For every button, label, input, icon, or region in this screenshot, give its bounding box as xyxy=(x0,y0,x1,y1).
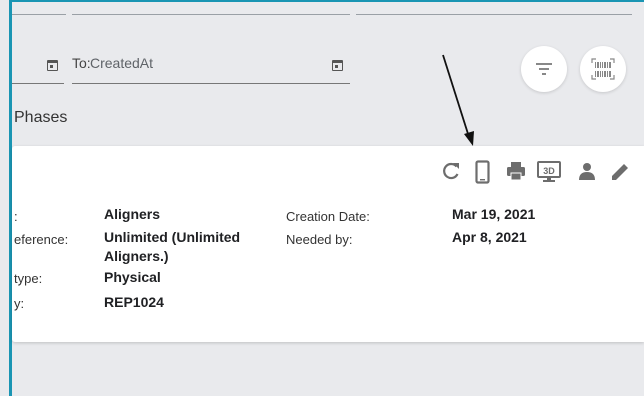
field-label-by: y: xyxy=(14,296,25,311)
field-value-reference-cont: Aligners.) xyxy=(104,248,169,264)
annotation-arrow xyxy=(442,54,474,146)
field-value-by: REP1024 xyxy=(104,294,164,310)
barcode-scan-icon xyxy=(591,58,615,80)
to-date-underline xyxy=(72,83,350,84)
top-input-underline xyxy=(12,14,66,15)
top-input-underline xyxy=(72,14,350,15)
field-label-reference: eference: xyxy=(14,232,69,247)
frame-top-border xyxy=(9,0,644,2)
field-value-type: Aligners xyxy=(104,206,161,222)
filter-button[interactable] xyxy=(521,46,567,92)
from-calendar-icon[interactable] xyxy=(47,60,58,71)
refresh-icon[interactable] xyxy=(441,160,461,182)
field-value-reference: Unlimited (Unlimited xyxy=(104,229,241,245)
creation-date-value: Mar 19, 2021 xyxy=(452,206,536,222)
person-icon[interactable] xyxy=(577,160,597,182)
3d-view-icon[interactable]: 3D xyxy=(536,160,564,184)
to-date-value: CreatedAt xyxy=(90,55,154,71)
from-date-underline xyxy=(12,83,64,84)
creation-date-label: Creation Date: xyxy=(286,209,370,224)
top-input-underline xyxy=(356,14,632,15)
svg-text:3D: 3D xyxy=(543,166,555,176)
to-label: To: xyxy=(72,55,91,71)
filter-icon xyxy=(536,63,552,75)
field-label-form-type: type: xyxy=(14,271,43,286)
needed-by-label: Needed by: xyxy=(286,232,353,247)
needed-by-value: Apr 8, 2021 xyxy=(452,229,527,245)
barcode-scan-button[interactable] xyxy=(580,46,626,92)
to-calendar-icon[interactable] xyxy=(332,60,343,71)
print-icon[interactable] xyxy=(505,160,527,182)
mobile-icon[interactable] xyxy=(474,160,492,186)
edit-icon[interactable] xyxy=(608,160,632,184)
field-value-form-type: Physical xyxy=(104,269,161,285)
phases-heading: Phases xyxy=(14,109,68,126)
field-label-type: : xyxy=(14,209,18,224)
